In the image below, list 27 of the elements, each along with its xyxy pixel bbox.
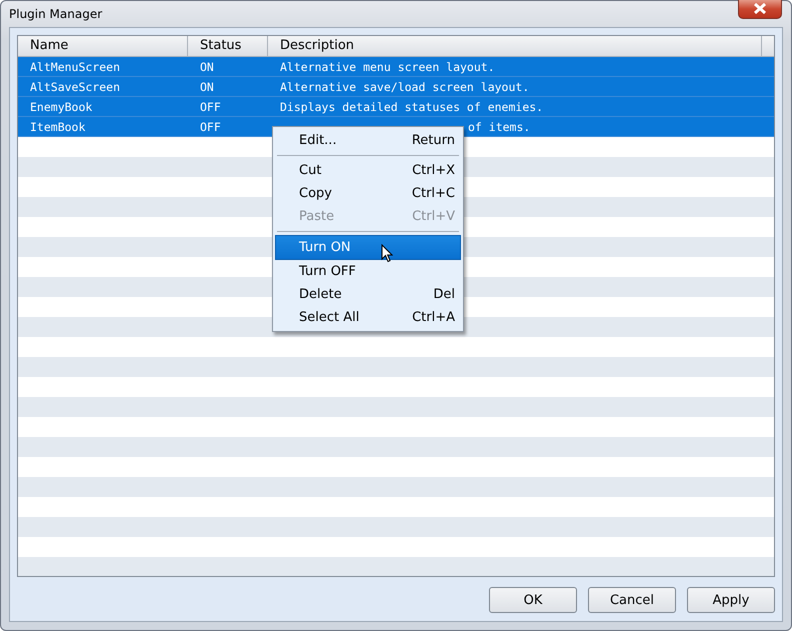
menu-item-label: Delete: [299, 287, 342, 302]
table-cell-text: Displays detailed statuses of enemies.: [279, 99, 544, 116]
shortcut-label: Ctrl+X: [412, 163, 455, 178]
table-cell-text: of items.: [467, 119, 530, 136]
menu-item-label: Edit...: [299, 133, 337, 148]
table-cell-text: AltSaveScreen: [29, 79, 122, 96]
table-cell-text: ItemBook: [29, 119, 86, 136]
shortcut-label: Ctrl+A: [412, 310, 455, 325]
table-cell-text: OFF: [199, 119, 222, 136]
table-cell-text: ON: [199, 59, 215, 76]
menu-item-label: Paste: [299, 209, 334, 224]
table-cell-text: EnemyBook: [29, 99, 94, 116]
table-cell-text: ON: [199, 79, 215, 96]
menu-item-label: Select All: [299, 310, 360, 325]
menu-item-label: Turn OFF: [299, 264, 356, 279]
menu-item-label: Copy: [299, 186, 332, 201]
shortcut-label: Return: [412, 133, 455, 148]
menu-item-label: Cut: [299, 163, 322, 178]
shortcut-label: Ctrl+C: [412, 186, 455, 201]
table-cell-text: Alternative save/load screen layout.: [279, 79, 530, 96]
shortcut-label: Del: [433, 287, 455, 302]
menu-item-label: Turn ON: [299, 240, 351, 255]
table-cell-text: Alternative menu screen layout.: [279, 59, 496, 76]
window-title: Plugin Manager: [9, 7, 102, 21]
shortcut-label: Ctrl+V: [412, 209, 455, 224]
table-cell-text: AltMenuScreen: [29, 59, 122, 76]
table-cell-text: OFF: [199, 99, 222, 116]
